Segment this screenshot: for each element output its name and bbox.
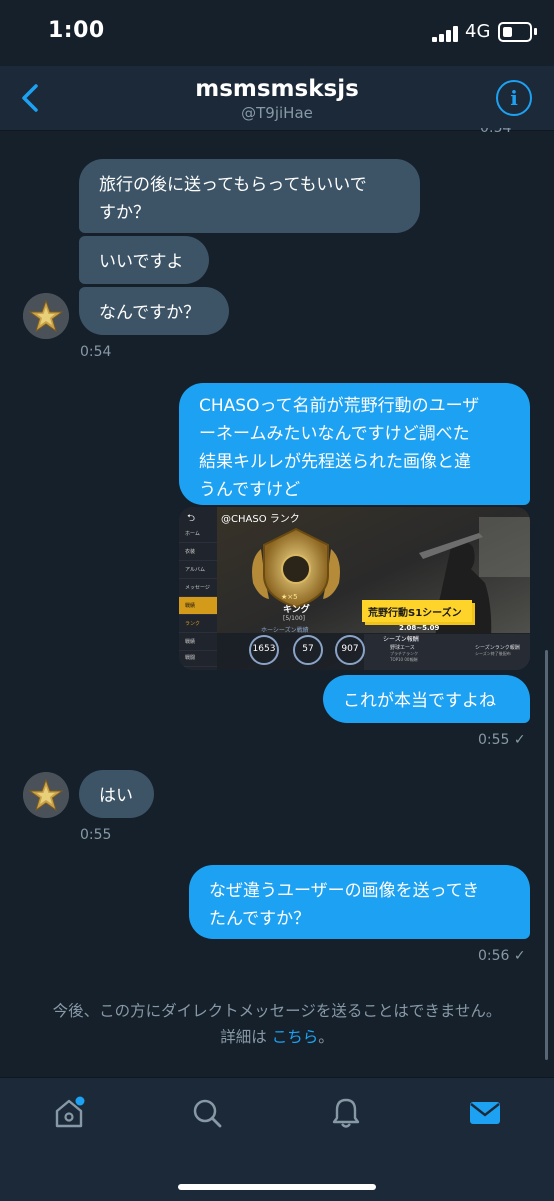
message-incoming[interactable]: はい [79, 770, 154, 818]
rank-progress: [5/100] [283, 615, 305, 622]
partial-timestamp: 0:54 [480, 128, 512, 136]
conversation-handle: @T9jiHae [241, 104, 313, 122]
star-emblem-icon [23, 293, 69, 339]
image-title: @CHASO ランク [221, 514, 300, 525]
rank-name: キング [283, 605, 310, 615]
menu-item: 成就 [179, 665, 217, 670]
conversation-header: msmsmsksjs @T9jiHae i [0, 66, 554, 131]
info-icon[interactable]: i [496, 80, 532, 116]
reward-title: シーズン報酬 [383, 636, 419, 643]
message-timestamp: 0:54 [80, 344, 112, 360]
reward-detail: シーズン終了後配布 [475, 651, 511, 656]
dm-disabled-notice: 今後、この方にダイレクトメッセージを送ることはできません。 詳細は こちら。 [0, 998, 554, 1050]
search-icon[interactable] [190, 1096, 224, 1130]
notice-detail: 詳細は こちら。 [220, 1028, 334, 1046]
message-incoming[interactable]: 旅行の後に送ってもらってもいいで すか？ [79, 159, 420, 233]
network-type: 4G [465, 21, 491, 42]
stat-value: 1653 [252, 644, 276, 654]
avatar[interactable] [23, 772, 69, 818]
menu-item: ランク [179, 615, 217, 633]
bottom-tab-bar [0, 1077, 554, 1201]
home-icon[interactable] [52, 1096, 86, 1130]
message-outgoing[interactable]: CHASOって名前が荒野行動のユーザ ーネームみたいなんですけど調べた 結果キル… [179, 383, 530, 505]
notice-suffix: 。 [318, 1028, 334, 1046]
season-banner: 荒野行動S1シーズン [368, 608, 462, 619]
stat-value: 57 [302, 644, 314, 654]
message-timestamp: 0:55 [80, 827, 112, 843]
signal-icon [432, 26, 458, 42]
battery-icon [498, 22, 532, 42]
reward-name: 野球エース [390, 645, 415, 651]
menu-item: 戦績 [179, 597, 217, 615]
details-link[interactable]: こちら [272, 1028, 319, 1046]
avatar[interactable] [23, 293, 69, 339]
stat-value: 907 [341, 644, 359, 654]
message-timestamp: 0:56 ✓ [478, 948, 526, 964]
message-outgoing[interactable]: なぜ違うユーザーの画像を送ってき たんですか？ [189, 865, 530, 939]
message-timestamp: 0:55 ✓ [478, 732, 526, 748]
rank-stars: ★×5 [281, 593, 298, 601]
message-outgoing[interactable]: これが本当ですよね [323, 675, 530, 723]
season-dates: 2.08~5.09 [399, 624, 440, 632]
notifications-icon[interactable] [329, 1096, 363, 1130]
reward-detail: プラチナランク TOP10 00報酬 [390, 651, 418, 662]
conversation-name: msmsmsksjs [195, 76, 359, 102]
messages-icon[interactable] [468, 1096, 502, 1130]
menu-item: アルバム [179, 561, 217, 579]
season-label: ホーシーズン戦績 [261, 627, 309, 634]
menu-item: メッセージ [179, 579, 217, 597]
shared-screenshot-image[interactable]: ⮌ @CHASO ランク ホーム 衣装 アルバム メッセージ 戦績 ランク 戦績… [179, 507, 530, 670]
status-bar: 1:00 4G [0, 0, 554, 66]
menu-item: ホーム [179, 525, 217, 543]
message-incoming[interactable]: なんですか？ [79, 287, 229, 335]
reward-name: シーズンランク報酬 [475, 645, 520, 651]
status-time: 1:00 [48, 18, 105, 43]
star-emblem-icon [23, 772, 69, 818]
message-incoming[interactable]: いいですよ [79, 236, 209, 284]
home-indicator[interactable] [178, 1184, 376, 1190]
menu-item: 衣装 [179, 543, 217, 561]
notice-text: 今後、この方にダイレクトメッセージを送ることはできません。 [52, 1002, 502, 1020]
